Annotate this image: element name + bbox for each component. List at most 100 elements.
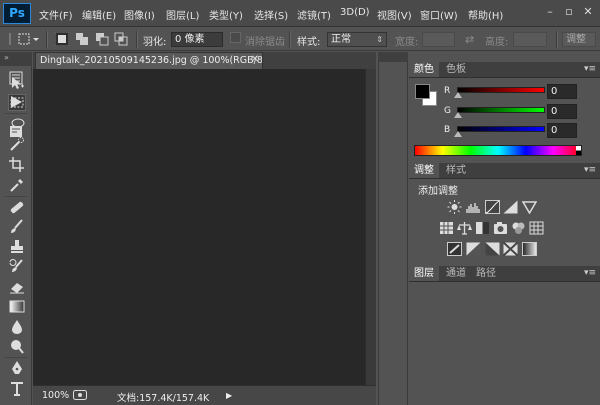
exposure-icon[interactable] — [503, 200, 518, 214]
tab-paths[interactable]: 路径 — [471, 266, 501, 281]
dodge-icon[interactable] — [8, 338, 26, 355]
status-menu-arrow-icon[interactable]: ▶ — [226, 391, 232, 400]
feather-input[interactable]: 0 像素 — [171, 32, 223, 47]
actions-panel-icon[interactable] — [9, 95, 23, 109]
brightness-contrast-icon[interactable] — [447, 200, 462, 214]
antialias-checkbox[interactable] — [230, 32, 244, 46]
gradient-icon[interactable] — [8, 298, 26, 315]
collapse-icon[interactable]: » — [4, 53, 9, 62]
restore-icon[interactable]: ▫ — [561, 4, 577, 20]
panel-menu-icon[interactable]: ▾≡ — [584, 64, 596, 74]
black-white-swatch[interactable] — [576, 146, 581, 155]
tab-channels[interactable]: 通道 — [441, 266, 471, 281]
menu-type[interactable]: 类型(Y) — [209, 7, 243, 22]
vertical-scrollbar[interactable] — [365, 69, 376, 385]
photoshop-logo[interactable]: Ps — [3, 3, 31, 24]
menu-image[interactable]: 图像(I) — [124, 7, 155, 22]
green-slider[interactable] — [457, 107, 545, 113]
menu-3d[interactable]: 3D(D) — [340, 7, 370, 18]
color-panel-tabs: 颜色 色板 ▾≡ — [409, 62, 600, 78]
new-selection-icon[interactable] — [54, 31, 70, 47]
green-value-input[interactable]: 0 — [547, 104, 577, 119]
gradient-map-icon[interactable] — [522, 242, 537, 256]
blue-slider[interactable] — [457, 126, 545, 132]
tool-preset-icon[interactable] — [18, 32, 39, 46]
invert-icon[interactable] — [447, 242, 462, 256]
close-document-icon[interactable]: ✕ — [249, 54, 261, 66]
panel-menu-icon[interactable]: ▾≡ — [584, 268, 596, 278]
refine-edge-button[interactable]: 调整 — [562, 32, 596, 47]
tab-layers[interactable]: 图层 — [409, 266, 439, 281]
document-info: 文档:157.4K/157.4K — [117, 393, 210, 404]
menu-edit[interactable]: 编辑(E) — [82, 7, 116, 22]
color-lookup-icon[interactable] — [529, 221, 544, 235]
tools-panel-header[interactable]: » — [0, 52, 32, 66]
vibrance-icon[interactable] — [521, 200, 538, 215]
green-channel-label: G — [444, 106, 451, 116]
properties-panel-icon[interactable] — [9, 124, 23, 138]
color-balance-icon[interactable] — [457, 221, 472, 235]
close-icon[interactable]: ✕ — [580, 4, 596, 20]
curves-icon[interactable] — [485, 200, 500, 214]
blue-slider-thumb[interactable] — [454, 131, 462, 137]
black-white-icon[interactable] — [475, 221, 490, 235]
type-icon[interactable] — [8, 380, 26, 397]
tab-color[interactable]: 颜色 — [409, 62, 439, 77]
history-panel-icon[interactable] — [9, 71, 23, 85]
intersect-selection-icon[interactable] — [114, 32, 128, 46]
color-spectrum-bar[interactable] — [414, 145, 582, 156]
menu-view[interactable]: 视图(V) — [377, 7, 412, 22]
select-arrows-icon: ⇕ — [376, 35, 383, 44]
history-brush-icon[interactable] — [8, 258, 26, 275]
red-value-input[interactable]: 0 — [547, 84, 577, 99]
menu-layer[interactable]: 图层(L) — [166, 7, 199, 22]
clone-stamp-icon[interactable] — [8, 238, 26, 255]
swap-icon: ⇄ — [465, 33, 475, 46]
document-tab[interactable]: Dingtalk_20210509145236.jpg @ 100%(RGB/8… — [35, 52, 263, 69]
menu-help[interactable]: 帮助(H) — [468, 7, 503, 22]
foreground-color-swatch[interactable] — [415, 84, 430, 99]
menu-window[interactable]: 窗口(W) — [420, 7, 458, 22]
tab-styles[interactable]: 样式 — [441, 163, 471, 178]
menu-filter[interactable]: 滤镜(T) — [297, 7, 331, 22]
selective-color-icon[interactable] — [502, 241, 519, 257]
zoom-level[interactable]: 100% — [42, 390, 69, 401]
crop-icon[interactable] — [8, 156, 26, 173]
feather-label: 羽化: — [143, 37, 167, 48]
healing-brush-icon[interactable] — [8, 199, 26, 216]
pen-icon[interactable] — [8, 360, 26, 377]
red-slider-thumb[interactable] — [454, 92, 462, 98]
menu-select[interactable]: 选择(S) — [254, 7, 288, 22]
window-controls: – ▫ ✕ — [542, 4, 598, 22]
dock-header[interactable] — [378, 52, 408, 62]
tab-swatches[interactable]: 色板 — [441, 62, 471, 77]
brush-icon[interactable] — [8, 218, 26, 235]
status-options-icon[interactable] — [73, 389, 87, 404]
green-slider-thumb[interactable] — [454, 112, 462, 118]
blue-value-input[interactable]: 0 — [547, 123, 577, 138]
posterize-icon[interactable] — [466, 242, 481, 256]
canvas[interactable] — [33, 69, 365, 385]
channel-mixer-icon[interactable] — [511, 221, 526, 235]
threshold-icon[interactable] — [485, 242, 500, 256]
eyedropper-icon[interactable] — [8, 177, 26, 194]
antialias-label: 消除锯齿 — [245, 37, 285, 48]
blur-icon[interactable] — [8, 318, 26, 335]
tab-adjustments[interactable]: 调整 — [409, 163, 439, 178]
hue-saturation-icon[interactable] — [439, 221, 454, 235]
style-label: 样式: — [297, 37, 321, 48]
style-select[interactable]: 正常 ⇕ — [327, 32, 387, 47]
eraser-icon[interactable] — [8, 278, 26, 295]
width-input — [422, 32, 455, 47]
quick-select-icon[interactable] — [8, 136, 26, 153]
layers-panel-tabs: 图层 通道 路径 ▾≡ — [409, 266, 600, 282]
levels-icon[interactable] — [466, 200, 481, 214]
red-slider[interactable] — [457, 87, 545, 93]
minimize-icon[interactable]: – — [542, 4, 558, 20]
panel-menu-icon[interactable]: ▾≡ — [584, 165, 596, 175]
add-selection-icon[interactable] — [75, 32, 89, 46]
subtract-selection-icon[interactable] — [95, 32, 109, 46]
menu-file[interactable]: 文件(F) — [39, 7, 73, 22]
options-bar: 羽化: 0 像素 消除锯齿 样式: 正常 ⇕ 宽度: ⇄ 高度: 调整 — [0, 28, 600, 51]
photo-filter-icon[interactable] — [493, 221, 508, 235]
